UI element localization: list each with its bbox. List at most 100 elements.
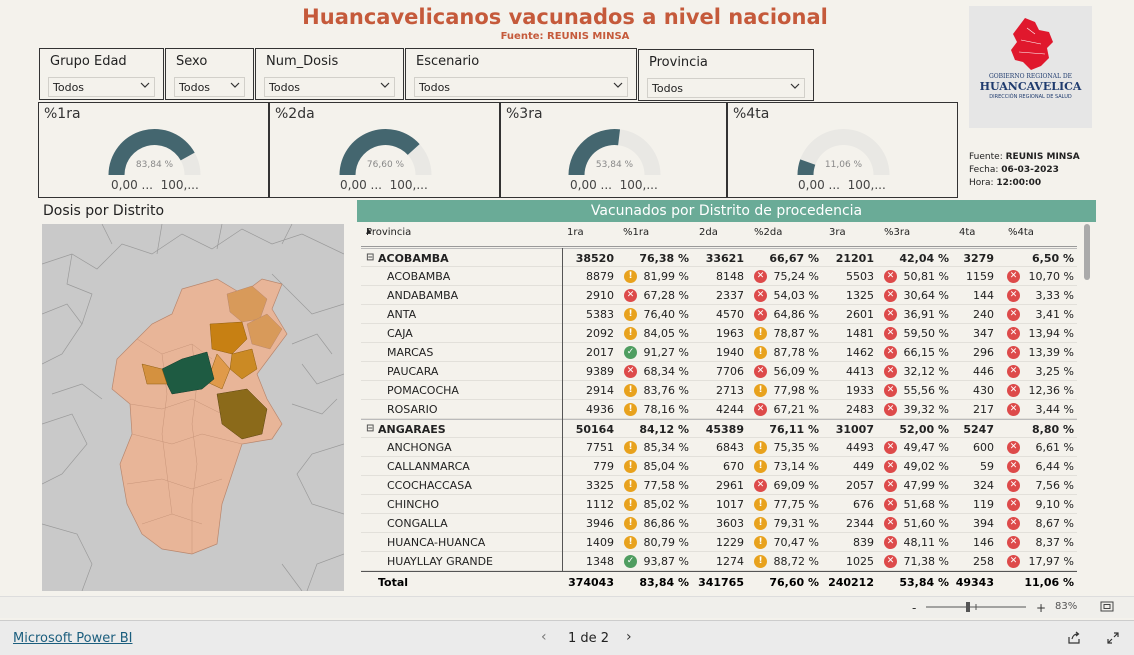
district-row[interactable]: ROSARIO 4936! 78,16 % 4244 ✕ 67,21 % 2483 ✕ 39,3… (361, 400, 1077, 419)
status-red-x-icon: ✕ (754, 289, 767, 302)
zoom-slider[interactable] (926, 602, 1027, 612)
slicer-grupo-edad: Grupo Edad Todos (39, 48, 164, 100)
fullscreen-icon[interactable] (1106, 631, 1120, 645)
col-p3ra[interactable]: %3ra (884, 227, 910, 238)
collapse-icon[interactable]: ⊟ (366, 252, 374, 263)
col-p2da[interactable]: %2da (754, 227, 782, 238)
region-map-logo-icon (1011, 18, 1053, 70)
grupo-edad-dropdown[interactable]: Todos (48, 77, 155, 97)
district-row[interactable]: POMACOCHA 2914! 83,76 % 2713! 77,98 % 1933 ✕ 55… (361, 381, 1077, 400)
status-yellow-warning-icon: ! (754, 517, 767, 530)
table-header: Provincia ▲ 1ra %1ra 2da %2da 3ra %3ra 4… (361, 222, 1077, 247)
district-row[interactable]: PAUCARA 9389 ✕ 68,34 % 7706 ✕ 56,09 % 4413 ✕ 32,1… (361, 362, 1077, 381)
district-row[interactable]: CHINCHO 1112! 85,02 % 1017! 77,75 % 676 ✕ 51,68… (361, 495, 1077, 514)
col-p1ra[interactable]: %1ra (623, 227, 649, 238)
dose-count: 5503 (846, 270, 874, 283)
district-map-svg (42, 224, 344, 591)
dose-percent: 64,86 % (773, 308, 819, 321)
col-p4ta[interactable]: %4ta (1008, 227, 1034, 238)
district-row[interactable]: HUAYLLAY GRANDE 1348 ✓ 93,87 % 1274! 88,72 % 1… (361, 552, 1077, 571)
power-bi-link[interactable]: Microsoft Power BI (13, 631, 132, 646)
status-yellow-warning-icon: ! (754, 460, 767, 473)
next-page-icon[interactable]: › (626, 629, 632, 645)
dose-count: 2601 (846, 308, 874, 321)
status-red-x-icon: ✕ (754, 403, 767, 416)
dose-percent: 52,00 % (899, 423, 949, 436)
logo-line2: HUANCAVELICA (979, 80, 1082, 93)
table-body: ⊟ ACOBAMBA 38520 76,38 % 33621 66,67 % 21201 42… (361, 248, 1077, 571)
dose-percent: 87,78 % (773, 346, 819, 359)
dose-count: 3279 (963, 252, 994, 265)
district-row[interactable]: ANDABAMBA 2910 ✕ 67,28 % 2337 ✕ 54,03 % 1325 ✕ 30… (361, 286, 1077, 305)
page-title: Huancavelicanos vacunados a nivel nacion… (302, 5, 828, 29)
status-yellow-warning-icon: ! (624, 327, 637, 340)
district-map[interactable] (42, 224, 344, 591)
status-red-x-icon: ✕ (1007, 479, 1020, 492)
dose-count: 324 (973, 479, 994, 492)
gauge-value: 53,84 % (596, 160, 634, 170)
province-row[interactable]: ⊟ ANGARAES 50164 84,12 % 45389 76,11 % 31007 52… (361, 419, 1077, 438)
col-4ta[interactable]: 4ta (959, 227, 975, 238)
logo: GOBIERNO REGIONAL DE HUANCAVELICA DIRECC… (969, 6, 1092, 128)
district-name: ANDABAMBA (387, 289, 459, 302)
district-row[interactable]: CONGALLA 3946! 86,86 % 3603! 79,31 % 2344 ✕ 51,… (361, 514, 1077, 533)
share-icon[interactable] (1067, 631, 1081, 645)
map-title: Dosis por Distrito (43, 203, 165, 219)
column-divider (562, 248, 563, 592)
dose-percent: 85,02 % (643, 498, 689, 511)
dose-count: 4493 (846, 441, 874, 454)
dose-count: 430 (973, 384, 994, 397)
dropdown-value: Todos (53, 81, 85, 94)
district-row[interactable]: ANCHONGA 7751! 85,34 % 6843! 75,35 % 4493 ✕ 49,… (361, 438, 1077, 457)
gauge-value: 11,06 % (825, 160, 863, 170)
status-yellow-warning-icon: ! (624, 441, 637, 454)
district-row[interactable]: MARCAS 2017 ✓ 91,27 % 1940! 87,78 % 1462 ✕ 66,15… (361, 343, 1077, 362)
zoom-out-button[interactable]: - (912, 601, 916, 615)
province-row[interactable]: ⊟ ACOBAMBA 38520 76,38 % 33621 66,67 % 21201 42… (361, 248, 1077, 267)
dose-percent: 30,64 % (903, 289, 949, 302)
district-row[interactable]: CAJA 2092! 84,05 % 1963! 78,87 % 1481 ✕ 59,50 %… (361, 324, 1077, 343)
provincia-dropdown[interactable]: Todos (647, 78, 805, 98)
dose-percent: 13,39 % (1028, 346, 1074, 359)
dose-percent: 49,02 % (903, 460, 949, 473)
dose-percent: 81,99 % (643, 270, 689, 283)
status-yellow-warning-icon: ! (624, 270, 637, 283)
fecha-value: 06-03-2023 (1001, 165, 1059, 175)
col-provincia[interactable]: Provincia (366, 227, 411, 238)
col-2da[interactable]: 2da (699, 227, 718, 238)
district-row[interactable]: ANTA 5383! 76,40 % 4570 ✕ 64,86 % 2601 ✕ 36,91 %… (361, 305, 1077, 324)
status-red-x-icon: ✕ (884, 365, 897, 378)
previous-page-icon[interactable]: ‹ (541, 629, 547, 645)
num-dosis-dropdown[interactable]: Todos (264, 77, 395, 97)
district-name: ANTA (387, 308, 417, 321)
status-red-x-icon: ✕ (884, 327, 897, 340)
status-red-x-icon: ✕ (1007, 365, 1020, 378)
dose-percent: 49,47 % (903, 441, 949, 454)
table-scrollbar[interactable] (1084, 224, 1090, 280)
dose-count: 2092 (586, 327, 614, 340)
col-1ra[interactable]: 1ra (567, 227, 584, 238)
zoom-in-button[interactable]: + (1036, 601, 1046, 615)
district-row[interactable]: CCOCHACCASA 3325! 77,58 % 2961 ✕ 69,09 % 2057 ✕… (361, 476, 1077, 495)
district-row[interactable]: CALLANMARCA 779! 85,04 % 670! 73,14 % 449 ✕ 49,… (361, 457, 1077, 476)
status-red-x-icon: ✕ (884, 498, 897, 511)
sexo-dropdown[interactable]: Todos (174, 77, 245, 97)
dose-count: 2337 (716, 289, 744, 302)
district-row[interactable]: ACOBAMBA 8879! 81,99 % 8148 ✕ 75,24 % 5503 ✕ 50,… (361, 267, 1077, 286)
district-row[interactable]: HUANCA-HUANCA 1409! 80,79 % 1229! 70,47 % 839… (361, 533, 1077, 552)
dose-percent: 7,56 % (1035, 479, 1074, 492)
hora-label: Hora: (969, 178, 994, 188)
status-red-x-icon: ✕ (1007, 384, 1020, 397)
collapse-icon[interactable]: ⊟ (366, 423, 374, 434)
dose-percent: 77,58 % (643, 479, 689, 492)
dose-percent: 8,80 % (1032, 423, 1074, 436)
fit-to-page-icon[interactable] (1100, 601, 1114, 612)
dose-count: 4936 (586, 403, 614, 416)
dose-count: 31007 (835, 423, 874, 436)
status-red-x-icon: ✕ (884, 384, 897, 397)
dose-percent: 69,09 % (773, 479, 819, 492)
escenario-dropdown[interactable]: Todos (414, 77, 628, 97)
col-3ra[interactable]: 3ra (829, 227, 846, 238)
dose-count: 347 (973, 327, 994, 340)
hora-value: 12:00:00 (996, 178, 1042, 188)
